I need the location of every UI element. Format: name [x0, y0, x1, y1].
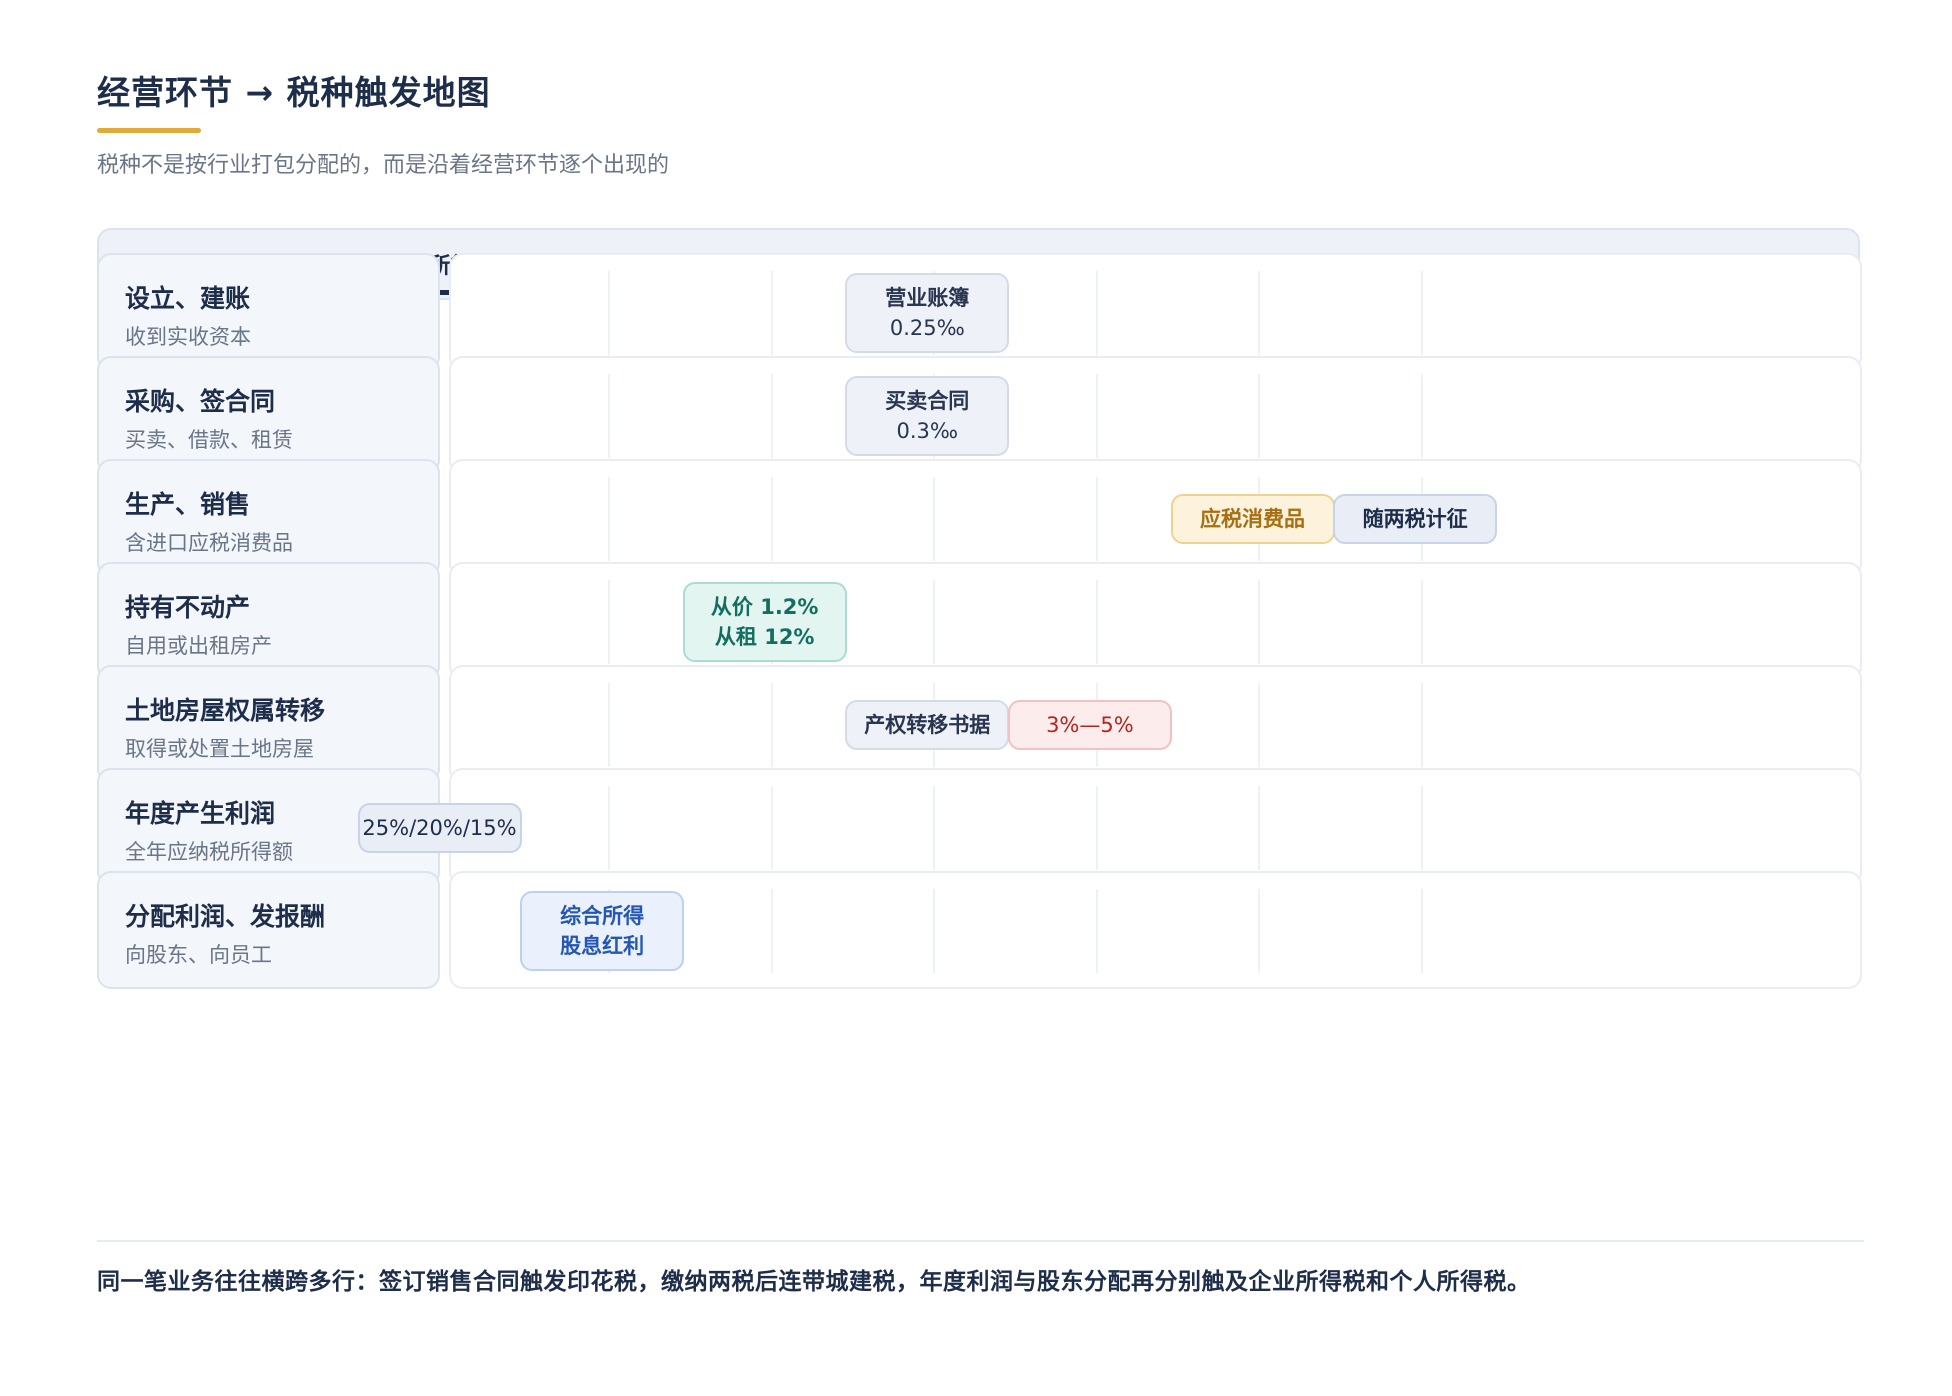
tax-trigger-chip: 产权转移书据 — [845, 700, 1010, 750]
column-separator — [770, 889, 773, 973]
chip-text: 应税消费品 — [1200, 507, 1305, 531]
column-separator — [608, 477, 610, 561]
column-separator — [1095, 580, 1098, 664]
column-separator — [1095, 374, 1098, 458]
column-separator — [770, 786, 773, 870]
column-separator — [1258, 683, 1261, 767]
column-separator — [1258, 374, 1261, 458]
tax-cells: 买卖合同 0.3‰ — [449, 356, 1862, 474]
chip-text: 股息红利 — [560, 934, 645, 958]
matrix-row: 分配利润、发报酬 向股东、向员工 综合所得 股息红利 — [97, 871, 1862, 989]
chip-text: 从租 12% — [714, 625, 815, 649]
column-separator — [770, 683, 773, 767]
tax-cells: 综合所得 股息红利 — [449, 871, 1862, 989]
page-title: 经营环节 → 税种触发地图 — [97, 73, 491, 112]
tax-trigger-chip: 25%/20%/15% — [357, 803, 522, 853]
column-separator — [770, 477, 773, 561]
stage-cell: 土地房屋权属转移取得或处置土地房屋 — [97, 665, 440, 783]
chip-text: 从价 1.2% — [710, 595, 819, 619]
chip-text: 25%/20%/15% — [362, 816, 517, 840]
stage-description: 全年应纳税所得额 — [125, 840, 293, 864]
column-separator — [1421, 271, 1423, 355]
column-separator — [608, 271, 610, 355]
column-separator — [933, 786, 936, 870]
stage-name: 土地房屋权属转移 — [125, 696, 326, 725]
stage-name: 采购、签合同 — [125, 387, 276, 416]
column-separator — [1421, 786, 1423, 870]
column-separator — [1421, 889, 1423, 973]
stage-description: 含进口应税消费品 — [125, 531, 293, 555]
stage-cell: 采购、签合同买卖、借款、租赁 — [97, 356, 440, 474]
stage-cell: 持有不动产自用或出租房产 — [97, 562, 440, 680]
chip-text: 3%—5% — [1046, 713, 1134, 737]
matrix-row: 持有不动产自用或出租房产 从价 1.2% 从租 12% — [97, 562, 1862, 680]
matrix-row: 设立、建账收到实收资本 营业账簿 0.25‰ — [97, 253, 1862, 371]
stage-cell: 设立、建账收到实收资本 — [97, 253, 440, 371]
column-separator — [933, 580, 936, 664]
stage-name: 持有不动产 — [125, 593, 251, 622]
column-separator — [1095, 271, 1098, 355]
stage-description: 自用或出租房产 — [125, 634, 272, 658]
title-accent-bar — [97, 128, 201, 133]
chip-text: 综合所得 — [560, 904, 645, 928]
tax-trigger-chip: 从价 1.2% 从租 12% — [682, 582, 847, 662]
column-separator — [608, 786, 610, 870]
stage-name: 生产、销售 — [125, 490, 251, 519]
column-separator — [1421, 374, 1423, 458]
chip-text: 营业账簿 — [885, 286, 970, 310]
matrix-row: 年度产生利润全年应纳税所得额 25%/20%/15% — [97, 768, 1862, 886]
chip-text: 0.3‰ — [896, 419, 959, 443]
tax-trigger-chip: 营业账簿 0.25‰ — [845, 273, 1010, 353]
column-separator — [933, 889, 936, 973]
stage-name: 设立、建账 — [125, 284, 251, 313]
column-separator — [770, 271, 773, 355]
chip-text: 产权转移书据 — [864, 713, 991, 737]
tax-trigger-map: 经营环节 → 税种触发地图 税种不是按行业打包分配的，而是沿着经营环节逐个出现的… — [97, 70, 1864, 1295]
tax-cells: 从价 1.2% 从租 12% — [449, 562, 1862, 680]
column-separator — [608, 374, 610, 458]
column-separator — [1258, 580, 1261, 664]
tax-cells: 产权转移书据 3%—5% — [449, 665, 1862, 783]
tax-trigger-chip: 综合所得 股息红利 — [520, 891, 685, 971]
tax-trigger-chip: 应税消费品 — [1170, 494, 1335, 544]
column-separator — [1095, 889, 1098, 973]
column-separator — [1258, 271, 1261, 355]
tax-cells: 营业账簿 0.25‰ — [449, 253, 1862, 371]
stage-description: 收到实收资本 — [125, 325, 251, 349]
column-separator — [1421, 580, 1423, 664]
tax-trigger-chip: 3%—5% — [1007, 700, 1172, 750]
matrix-row: 土地房屋权属转移取得或处置土地房屋 产权转移书据 3%—5% — [97, 665, 1862, 783]
tax-cells: 25%/20%/15% — [357, 768, 1862, 886]
tax-trigger-chip: 买卖合同 0.3‰ — [845, 376, 1010, 456]
chip-text: 0.25‰ — [889, 316, 965, 340]
chip-text: 买卖合同 — [885, 389, 970, 413]
stage-description: 买卖、借款、租赁 — [125, 428, 293, 452]
column-separator — [1095, 786, 1098, 870]
stage-name: 分配利润、发报酬 — [125, 902, 326, 931]
column-separator — [933, 477, 936, 561]
matrix-row: 生产、销售含进口应税消费品 应税消费品 随两税计征 — [97, 459, 1862, 577]
footnote: 同一笔业务往往横跨多行：签订销售合同触发印花税，缴纳两税后连带城建税，年度利润与… — [97, 1269, 1531, 1295]
column-separator — [770, 374, 773, 458]
stage-cell: 生产、销售含进口应税消费品 — [97, 459, 440, 577]
stage-name: 年度产生利润 — [125, 799, 276, 828]
matrix-row: 采购、签合同买卖、借款、租赁 买卖合同 0.3‰ — [97, 356, 1862, 474]
footer-divider — [97, 1240, 1864, 1242]
column-separator — [1258, 889, 1261, 973]
column-separator — [608, 580, 610, 664]
stage-description: 取得或处置土地房屋 — [125, 737, 314, 761]
chip-text: 随两税计征 — [1362, 507, 1468, 531]
page-subtitle: 税种不是按行业打包分配的，而是沿着经营环节逐个出现的 — [97, 153, 670, 178]
tax-trigger-chip: 随两税计征 — [1333, 494, 1498, 544]
column-separator — [1258, 786, 1261, 870]
column-separator — [1421, 683, 1423, 767]
column-separator — [608, 683, 610, 767]
stage-cell: 分配利润、发报酬向股东、向员工 — [97, 871, 440, 989]
stage-description: 向股东、向员工 — [125, 943, 272, 967]
tax-cells: 应税消费品 随两税计征 — [449, 459, 1862, 577]
column-separator — [1095, 477, 1098, 561]
